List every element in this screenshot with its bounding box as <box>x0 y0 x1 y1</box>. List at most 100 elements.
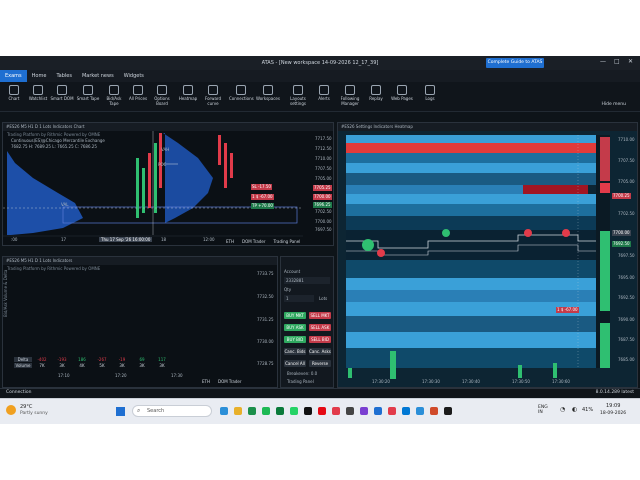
dom-trader-tab[interactable]: DOM Trader <box>218 379 242 387</box>
eth-selector[interactable]: ETH <box>226 239 234 247</box>
spotify-icon[interactable] <box>262 407 270 415</box>
clock-time[interactable]: 19:09 <box>606 403 620 409</box>
tb-layouts-settings[interactable]: Layouts settings <box>286 84 310 110</box>
smart-tape-icon <box>83 85 93 95</box>
price-label: 7687.50 <box>618 337 635 342</box>
taskbar-app-icon[interactable] <box>430 407 438 415</box>
menu-tables[interactable]: Tables <box>51 70 77 82</box>
price-label: 7695.00 <box>618 275 635 280</box>
volume-icon[interactable]: ◐ <box>572 406 577 413</box>
tb-watchlist[interactable]: Watchlist <box>26 84 50 110</box>
menu-widgets[interactable]: Widgets <box>119 70 149 82</box>
menu-exams[interactable]: Exams <box>0 70 27 82</box>
file-explorer-icon[interactable] <box>234 407 242 415</box>
buy-mkt-button[interactable]: BUY MKT <box>284 312 306 319</box>
tb-all-prices[interactable]: All Prices <box>126 84 150 110</box>
time-label: 17:30:40 <box>462 379 480 384</box>
pl-tag[interactable]: 1 $ -67.00 <box>251 194 274 200</box>
sell-mkt-button[interactable]: SELL MKT <box>309 312 331 319</box>
tb-chart[interactable]: Chart <box>2 84 26 110</box>
tp-tag[interactable]: TP +70.00 <box>251 203 274 209</box>
language-indicator[interactable]: ENG IN <box>538 405 552 415</box>
chart-top-canvas[interactable] <box>3 123 334 246</box>
heatmap-pl-tag[interactable]: 1 $ -67.00 <box>556 307 579 313</box>
workspaces-icon <box>263 85 273 95</box>
taskbar-app-icon[interactable] <box>304 407 312 415</box>
sell-bid-button[interactable]: SELL BID <box>309 336 331 343</box>
taskbar-app-icon[interactable] <box>346 407 354 415</box>
taskbar-app-icon[interactable] <box>220 407 228 415</box>
menu-market-news[interactable]: Market news <box>77 70 119 82</box>
heatmap-panel[interactable]: #ES26 Settings Indicators Heatmap 7710.0… <box>337 122 638 388</box>
taskbar-app-icon[interactable] <box>360 407 368 415</box>
netflix-icon[interactable] <box>318 407 326 415</box>
taskbar-app-icon[interactable] <box>248 407 256 415</box>
edge-icon[interactable] <box>402 407 410 415</box>
cancel-bids-button[interactable]: Canc. Bids <box>284 348 306 355</box>
eth-selector[interactable]: ETH <box>202 379 210 387</box>
battery-indicator[interactable]: 41% <box>582 407 593 413</box>
menu-home[interactable]: Home <box>27 70 52 82</box>
tb-bid-ask-tape[interactable]: Bid/Ask Tape <box>102 84 126 110</box>
tb-options-board[interactable]: Options Board <box>150 84 174 110</box>
volume-profile-left <box>7 151 83 235</box>
maximize-icon[interactable]: □ <box>614 58 620 65</box>
sl-tag[interactable]: SL -17.50 <box>251 184 272 190</box>
tb-connections[interactable]: Connections <box>229 84 254 110</box>
delta-value: 69 <box>139 357 145 362</box>
price-tag-current: 7700.00 <box>612 230 631 236</box>
tb-smart-dom[interactable]: Smart DOM <box>50 84 74 110</box>
wifi-icon[interactable]: ◔ <box>560 406 565 413</box>
time-label: 17:30:20 <box>372 379 390 384</box>
tb-alerts[interactable]: Alerts <box>312 84 336 110</box>
price-label: 7731.25 <box>257 317 274 322</box>
time-label: 17:30:30 <box>422 379 440 384</box>
windows-start-icon[interactable] <box>116 407 125 416</box>
time-label: 12:00 <box>203 237 215 242</box>
account-select[interactable]: 2332881 <box>284 277 330 284</box>
chart-bottom-panel[interactable]: #ES26 M5 H1 D 1 Lots Indicators Trading … <box>2 256 278 388</box>
taskbar-app-icon[interactable] <box>332 407 340 415</box>
taskbar-search[interactable]: ⌕ Search <box>132 405 212 417</box>
price-label: 7705.00 <box>315 176 332 181</box>
tb-smart-tape[interactable]: Smart Tape <box>76 84 100 110</box>
trading-panel-tab[interactable]: Trading Panel <box>274 239 301 247</box>
minimize-icon[interactable]: — <box>600 58 606 65</box>
complete-guide-button[interactable]: Complete Guide to ATAS <box>486 58 544 68</box>
dom-trader-tab[interactable]: DOM Trader <box>242 239 266 247</box>
tb-logs[interactable]: Logs <box>418 84 442 110</box>
tb-heatmap[interactable]: Heatmap <box>176 84 200 110</box>
cancel-all-button[interactable]: Cancel All <box>284 360 306 367</box>
cancel-asks-button[interactable]: Canc. Asks <box>309 348 331 355</box>
whatsapp-icon[interactable] <box>290 407 298 415</box>
taskbar-app-icon[interactable] <box>416 407 424 415</box>
search-placeholder: Search <box>147 408 165 414</box>
hide-menu-button[interactable]: Hide menu <box>601 102 626 107</box>
volume-value: 3K <box>119 363 125 368</box>
side-indicator-label: Bid/Ask Volume & Delta <box>3 269 8 317</box>
clock-date[interactable]: 18-09-2026 <box>600 411 626 416</box>
weather-icon[interactable] <box>6 405 16 415</box>
taskbar-app-icon[interactable] <box>388 407 396 415</box>
tb-following-manager[interactable]: Following Manager <box>338 84 362 110</box>
trading-panel-tab[interactable]: Trading Panel <box>287 379 314 384</box>
val-label: VAL <box>61 202 69 207</box>
heatmap-canvas[interactable] <box>338 123 638 388</box>
atas-app-icon[interactable] <box>444 407 452 415</box>
tb-forward-curve[interactable]: Forward curve <box>201 84 225 110</box>
tb-web-pages[interactable]: Web Pages <box>390 84 414 110</box>
sell-ask-button[interactable]: SELL ASK <box>309 324 331 331</box>
qty-input[interactable]: 1 <box>284 295 314 302</box>
tb-workspaces[interactable]: Workspaces <box>256 84 280 110</box>
volume-value: 5K <box>99 363 105 368</box>
taskbar-app-icon[interactable] <box>276 407 284 415</box>
reverse-button[interactable]: Reverse <box>309 360 331 367</box>
close-icon[interactable]: ✕ <box>628 58 633 65</box>
buy-ask-button[interactable]: BUY ASK <box>284 324 306 331</box>
buy-bid-button[interactable]: BUY BID <box>284 336 306 343</box>
chart-top-panel[interactable]: #ES26 M5 H1 D 1 Lots Indicators Chart Tr… <box>2 122 334 246</box>
taskbar-app-icon[interactable] <box>374 407 382 415</box>
breakeven-label: Breakeven: 0.0 <box>287 371 318 376</box>
connection-status[interactable]: Connection <box>6 390 31 395</box>
tb-replay[interactable]: Replay <box>364 84 388 110</box>
